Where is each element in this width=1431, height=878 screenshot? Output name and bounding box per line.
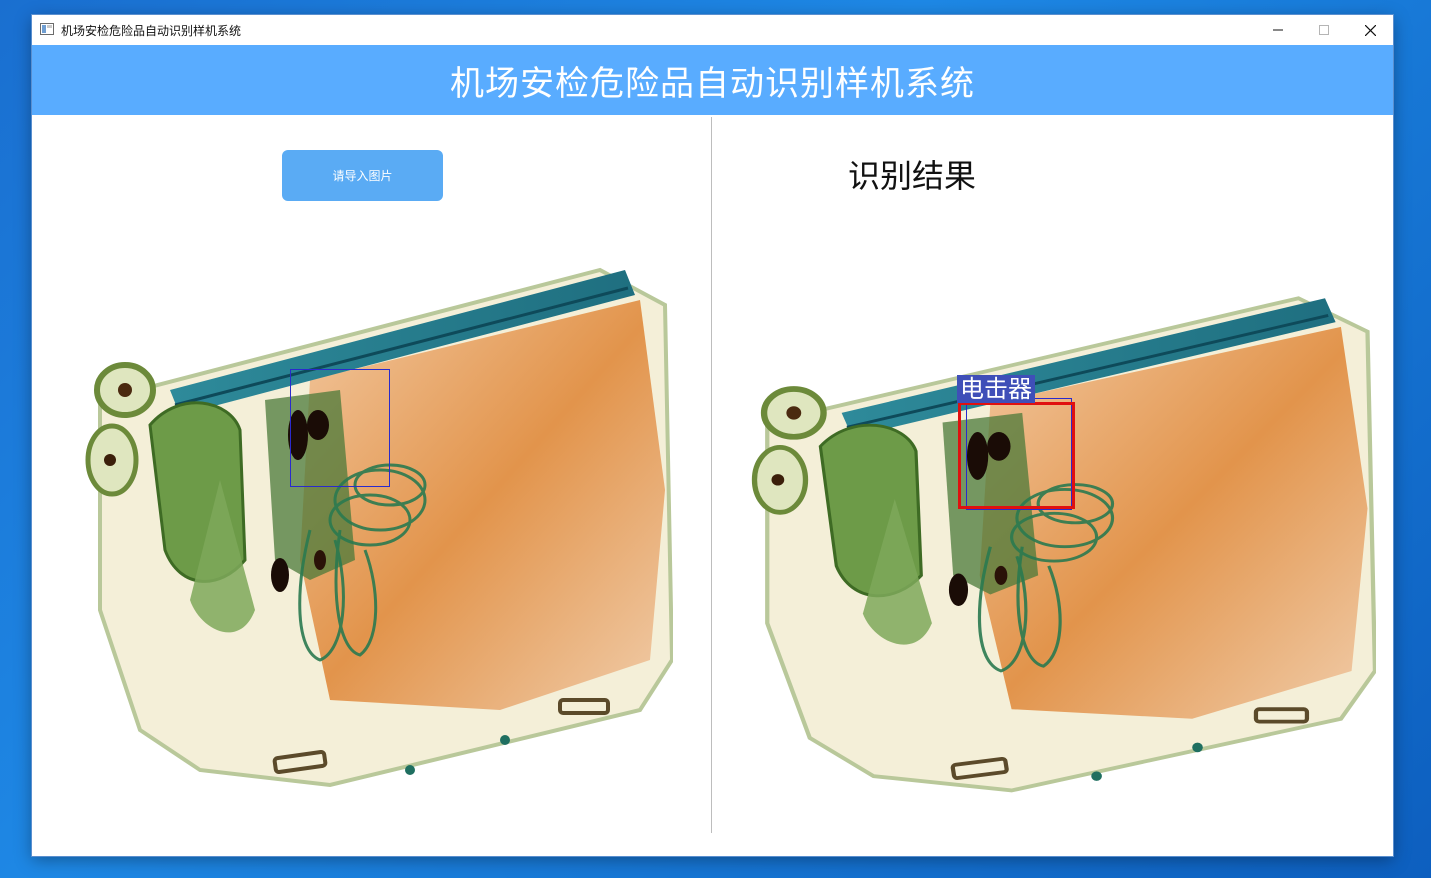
minimize-icon xyxy=(1273,29,1283,31)
panel-divider xyxy=(711,117,712,833)
close-icon xyxy=(1364,24,1376,36)
result-xray-image: 电击器 xyxy=(746,260,1376,800)
app-window: 机场安检危险品自动识别样机系统 机场安检危险品自动识别样机系统 请导入图片 识别… xyxy=(32,15,1393,856)
minimize-button[interactable] xyxy=(1255,15,1301,45)
window-title: 机场安检危险品自动识别样机系统 xyxy=(61,24,242,38)
app-icon xyxy=(40,23,54,35)
xray-baggage-image xyxy=(85,267,673,788)
detection-label: 电击器 xyxy=(957,375,1035,403)
import-image-button[interactable]: 请导入图片 xyxy=(282,150,443,201)
close-button[interactable] xyxy=(1347,15,1393,45)
page-title: 机场安检危险品自动识别样机系统 xyxy=(450,63,975,104)
maximize-button[interactable] xyxy=(1301,15,1347,45)
maximize-icon xyxy=(1319,25,1329,35)
header-banner: 机场安检危险品自动识别样机系统 xyxy=(32,45,1393,115)
result-detection-box xyxy=(958,402,1075,509)
result-title: 识别结果 xyxy=(847,157,976,195)
input-xray-image xyxy=(80,230,673,795)
input-detection-box xyxy=(290,369,390,487)
xray-baggage-result-image xyxy=(751,296,1376,793)
window-titlebar[interactable]: 机场安检危险品自动识别样机系统 xyxy=(32,15,1393,46)
